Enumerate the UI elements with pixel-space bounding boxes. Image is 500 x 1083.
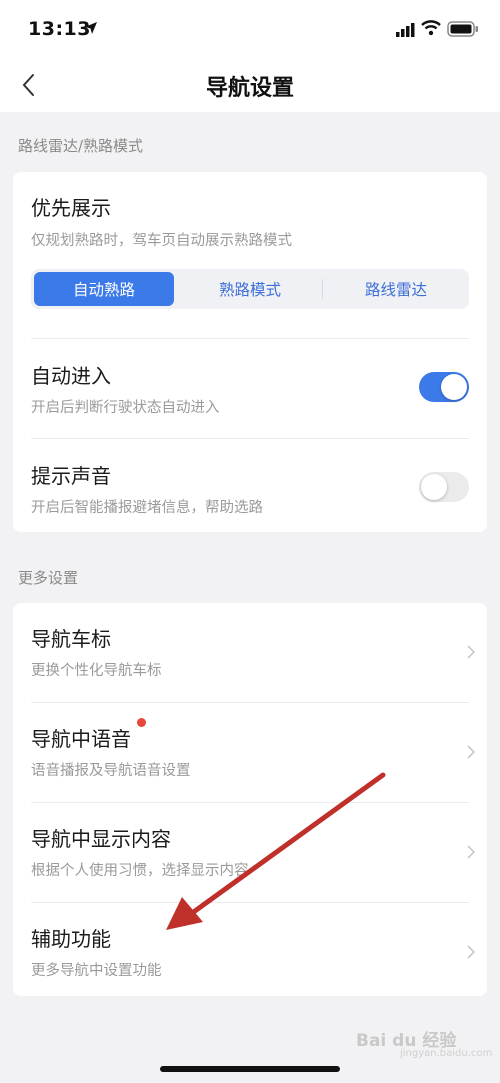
watermark-url: jingyan.baidu.com [400, 1048, 493, 1059]
home-indicator[interactable] [160, 1066, 340, 1072]
annotation-arrow-icon [166, 772, 386, 930]
